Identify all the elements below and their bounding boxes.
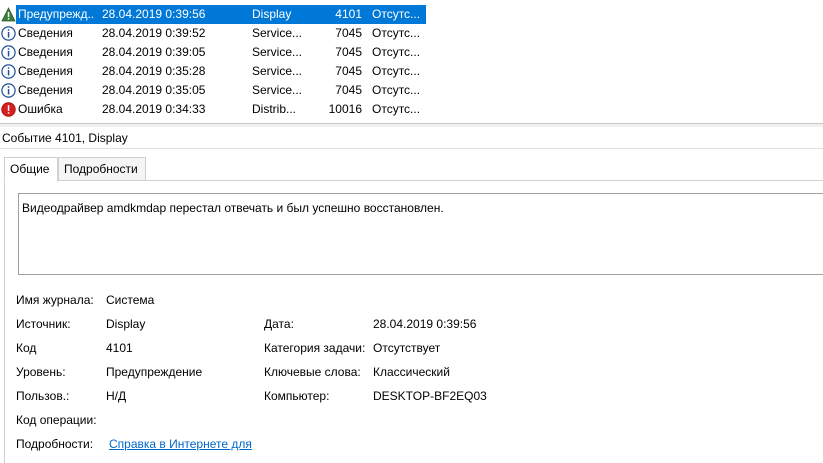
label-computer: Компьютер: (264, 389, 330, 403)
event-level: Сведения (18, 26, 73, 40)
event-message[interactable]: Видеодрайвер amdkmdap перестал отвечать … (18, 193, 823, 275)
value-event-id: 4101 (106, 341, 133, 355)
info-icon (1, 83, 16, 98)
label-keywords: Ключевые слова: (264, 365, 361, 379)
event-level: Ошибка (18, 102, 63, 116)
event-detail-title: Событие 4101, Display (2, 131, 128, 145)
label-task-category: Категория задачи: (264, 341, 366, 355)
value-source: Display (106, 317, 146, 331)
label-user: Пользов.: (16, 389, 70, 403)
event-date: 28.04.2019 0:34:33 (102, 102, 206, 116)
event-id: 10016 (328, 102, 362, 116)
event-date: 28.04.2019 0:39:56 (102, 7, 206, 21)
value-task-category: Отсутствует (373, 341, 441, 355)
label-logged: Дата: (264, 317, 294, 331)
event-level: Сведения (18, 64, 73, 78)
value-user: Н/Д (106, 389, 127, 403)
event-category: Отсутс... (372, 64, 421, 78)
event-category: Отсутс... (372, 26, 421, 40)
label-source: Источник: (16, 317, 71, 331)
event-source: Service... (252, 83, 303, 97)
info-icon (1, 26, 16, 41)
tab-details[interactable]: Подробности (58, 157, 146, 181)
event-id: 7045 (335, 64, 362, 78)
label-more-info: Подробности: (16, 437, 94, 451)
label-log-name: Имя журнала: (16, 293, 94, 307)
event-level: Сведения (18, 45, 73, 59)
value-computer: DESKTOP-BF2EQ03 (373, 389, 487, 403)
event-category: Отсутс... (372, 7, 421, 21)
event-category: Отсутс... (372, 83, 421, 97)
info-icon (1, 64, 16, 79)
event-date: 28.04.2019 0:39:05 (102, 45, 206, 59)
online-help-link[interactable]: Справка в Интернете для (109, 436, 252, 452)
event-date: 28.04.2019 0:39:52 (102, 26, 206, 40)
title-divider (0, 148, 823, 149)
event-source: Service... (252, 26, 303, 40)
event-source: Service... (252, 45, 303, 59)
event-category: Отсутс... (372, 45, 421, 59)
error-icon (1, 102, 16, 117)
event-row[interactable]: Сведения 28.04.2019 0:35:05 Service... 7… (0, 81, 430, 100)
label-event-id: Код (16, 341, 37, 355)
label-opcode: Код операции: (16, 413, 97, 427)
event-id: 4101 (335, 7, 362, 21)
event-id: 7045 (335, 45, 362, 59)
event-level: Сведения (18, 83, 73, 97)
event-date: 28.04.2019 0:35:05 (102, 83, 206, 97)
event-source: Service... (252, 64, 303, 78)
value-keywords: Классический (373, 365, 450, 379)
event-row[interactable]: Сведения 28.04.2019 0:35:28 Service... 7… (0, 62, 430, 81)
event-id: 7045 (335, 83, 362, 97)
event-row[interactable]: Сведения 28.04.2019 0:39:05 Service... 7… (0, 43, 430, 62)
event-row[interactable]: Ошибка 28.04.2019 0:34:33 Distrib... 100… (0, 100, 430, 119)
event-source: Distrib... (252, 102, 297, 116)
label-level: Уровень: (16, 365, 66, 379)
event-source: Display (252, 7, 292, 21)
value-logged: 28.04.2019 0:39:56 (373, 317, 477, 331)
warning-icon (1, 7, 16, 22)
value-level: Предупреждение (106, 365, 203, 379)
event-category: Отсутс... (372, 102, 421, 116)
event-row[interactable]: Предупрежд... 28.04.2019 0:39:56 Display… (0, 5, 430, 24)
value-log-name: Система (106, 293, 155, 307)
event-id: 7045 (335, 26, 362, 40)
info-icon (1, 45, 16, 60)
event-level: Предупрежд... (18, 7, 94, 21)
event-list[interactable]: Предупрежд... 28.04.2019 0:39:56 Display… (0, 0, 823, 122)
event-row[interactable]: Сведения 28.04.2019 0:39:52 Service... 7… (0, 24, 430, 43)
tab-general[interactable]: Общие (4, 157, 58, 182)
event-date: 28.04.2019 0:35:28 (102, 64, 206, 78)
pane-splitter[interactable] (0, 123, 823, 127)
